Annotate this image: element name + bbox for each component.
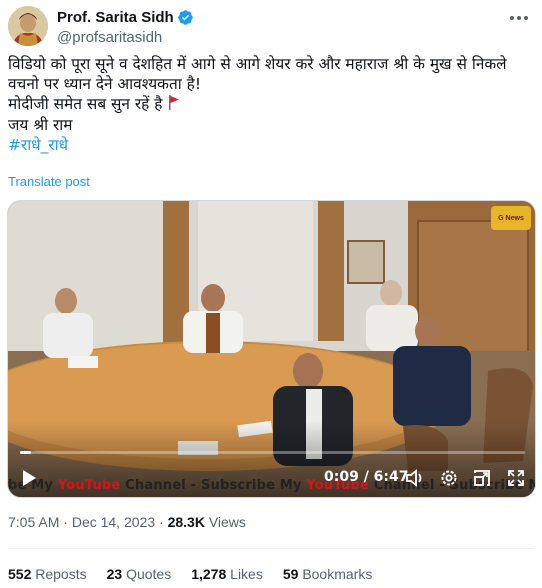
reposts-stat[interactable]: 552 Reposts [8,566,87,582]
reposts-count: 552 [8,566,32,582]
picture-in-picture-icon[interactable] [471,467,493,489]
post-time[interactable]: 7:05 AM [8,514,59,530]
video-controls: 0:09 / 6:47 [8,459,535,497]
likes-count: 1,278 [191,566,227,582]
avatar-image [8,6,48,46]
bookmarks-count: 59 [282,566,299,582]
likes-stat[interactable]: 1,278 Likes [191,566,263,582]
meta-separator: · [63,514,68,530]
video-player[interactable]: G News be My YouTube Channel - Subscribe… [7,200,536,498]
video-progress-bar[interactable] [20,451,525,454]
author-name-row: Prof. Sarita Sidh [57,9,194,26]
engagement-stats: 552 Reposts 23 Quotes 1,278 Likes 59 Boo… [8,566,372,582]
bookmarks-stat[interactable]: 59 Bookmarks [283,566,373,582]
post-date[interactable]: Dec 14, 2023 [72,514,155,530]
verified-badge-icon [177,9,194,26]
reposts-label: Reposts [35,566,87,582]
tweet-meta: 7:05 AM · Dec 14, 2023 · 28.3K Views [8,514,246,530]
translate-post-link[interactable]: Translate post [8,174,90,189]
tweet-header: Prof. Sarita Sidh @profsaritasidh [8,6,534,46]
fullscreen-icon[interactable] [505,467,527,489]
divider [8,548,534,549]
tweet-line-with-flag: मोदीजी समेत सब सुन रहें है [8,94,536,115]
channel-logo: G News [491,206,531,230]
hashtag-link[interactable]: #राधे_राधे [8,135,536,155]
bookmarks-label: Bookmarks [302,566,373,582]
quotes-count: 23 [106,566,123,582]
author-display-name[interactable]: Prof. Sarita Sidh [57,9,174,26]
likes-label: Likes [230,566,263,582]
author-handle[interactable]: @profsaritasidh [57,29,162,46]
quotes-label: Quotes [126,566,172,582]
tweet-text: विडियो को पूरा सूने व देशहित में आगे से … [8,54,536,155]
volume-icon[interactable] [404,468,426,488]
video-time: 0:09 / 6:47 [324,469,409,485]
tweet-line: वचनो पर ध्यान देने आवश्यकता है! [8,75,201,93]
settings-gear-icon[interactable] [438,467,460,489]
video-progress-fill [20,451,32,454]
quotes-stat[interactable]: 23 Quotes [107,566,172,582]
red-flag-icon [168,94,180,115]
views-count: 28.3K [167,514,205,530]
more-options-icon[interactable] [508,10,530,26]
tweet-line: विडियो को पूरा सूने व देशहित में आगे से … [8,55,507,73]
play-icon[interactable] [18,467,40,489]
meta-separator: · [159,514,164,530]
tweet-line: जय श्री राम [8,115,73,134]
avatar[interactable] [8,6,48,46]
tweet-line: मोदीजी समेत सब सुन रहें है [8,95,163,113]
views-label: Views [208,514,246,530]
